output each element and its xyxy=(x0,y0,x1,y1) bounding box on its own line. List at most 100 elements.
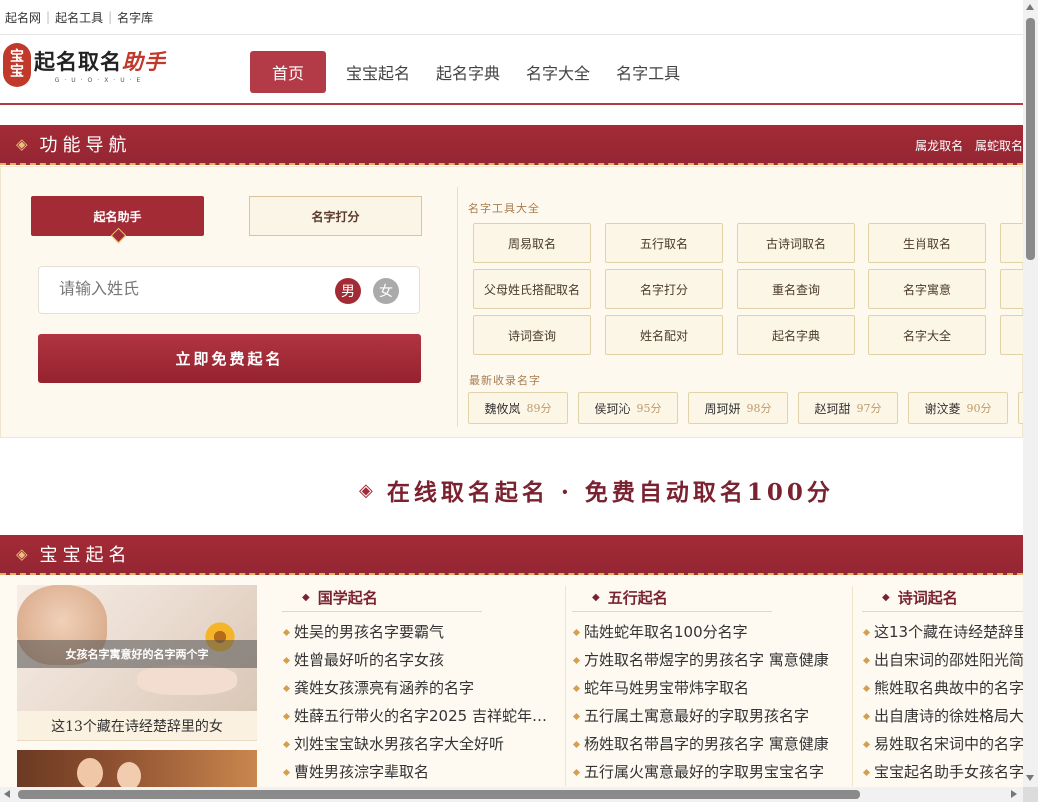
column-header[interactable]: ◆ 五行起名 xyxy=(572,584,772,612)
child-photo-figure xyxy=(77,758,103,787)
baby-naming-title: 宝宝起名 xyxy=(39,545,132,566)
list-item[interactable]: 易姓取名宋词中的名字 xyxy=(862,730,1023,758)
article-caption[interactable]: 这13个藏在诗经楚辞里的女 xyxy=(17,711,257,741)
tool-name-collection[interactable]: 名字大全 xyxy=(868,315,986,355)
list-item[interactable]: 龚姓女孩漂亮有涵养的名字 xyxy=(282,674,560,702)
recent-name-chip[interactable]: 赵珂甜 97分 xyxy=(798,392,898,424)
article-thumbnail[interactable]: 女孩名字寓意好的名字两个字 xyxy=(17,585,257,711)
list-item[interactable]: 方姓取名带煜字的男孩名字 寓意健康 xyxy=(572,646,844,674)
list-item[interactable]: 陆姓蛇年取名100分名字 xyxy=(572,618,844,646)
horizontal-scroll-thumb[interactable] xyxy=(18,790,860,799)
gender-male-button[interactable]: 男 xyxy=(335,278,361,304)
gender-female-button[interactable]: 女 xyxy=(373,278,399,304)
list-item[interactable]: 曹姓男孩淙字辈取名 xyxy=(282,758,560,786)
list-item[interactable]: 宝宝起名助手女孩名字 xyxy=(862,758,1023,786)
nav-name-tools[interactable]: 名字工具 xyxy=(616,60,680,84)
zodiac-link-snake[interactable]: 属蛇取名 xyxy=(975,139,1023,153)
tab-name-scoring[interactable]: 名字打分 xyxy=(249,196,422,236)
top-link-qiming[interactable]: 起名网 xyxy=(5,9,41,26)
recent-name-chip[interactable]: 侯珂沁 95分 xyxy=(578,392,678,424)
vertical-scroll-thumb[interactable] xyxy=(1026,18,1035,260)
logo-title-accent: 助手 xyxy=(122,49,166,74)
func-nav-banner: ◈ 功能导航 属龙取名 属蛇取名 xyxy=(0,125,1023,165)
divider xyxy=(852,586,853,786)
diamond-icon: ◈ xyxy=(16,135,28,153)
column-wuxing: ◆ 五行起名 陆姓蛇年取名100分名字 方姓取名带煜字的男孩名字 寓意健康 蛇年… xyxy=(572,584,844,786)
tool-naming-dictionary[interactable]: 起名字典 xyxy=(737,315,855,355)
function-panel: 起名助手 名字打分 男 女 立即免费起名 名字工具大全 周易取名 五行取名 古诗… xyxy=(0,166,1023,438)
nav-baby-naming[interactable]: 宝宝起名 xyxy=(346,60,410,84)
recent-names-label: 最新收录名字 xyxy=(469,374,541,387)
tool-name-scoring[interactable]: 名字打分 xyxy=(605,269,723,309)
scroll-up-arrow-icon[interactable] xyxy=(1026,4,1034,10)
list-item[interactable]: 刘姓宝宝缺水男孩名字大全好听 xyxy=(282,730,560,758)
nav-naming-dictionary[interactable]: 起名字典 xyxy=(436,60,500,84)
recent-name: 魏攸岚 xyxy=(484,401,521,416)
scroll-down-arrow-icon[interactable] xyxy=(1026,775,1034,781)
tool-name-meaning[interactable]: 名字寓意 xyxy=(868,269,986,309)
recent-name-chip[interactable]: 谢汶菱 90分 xyxy=(908,392,1008,424)
main-nav: 首页 宝宝起名 起名字典 名字大全 名字工具 xyxy=(250,51,706,93)
tool-duplicate-name-lookup[interactable]: 重名查询 xyxy=(737,269,855,309)
recent-name-chip[interactable]: 周珂妍 98分 xyxy=(688,392,788,424)
nav-home[interactable]: 首页 xyxy=(250,51,327,93)
func-nav-title: 功能导航 xyxy=(39,135,132,156)
list-item[interactable]: 姓曾最好听的名字女孩 xyxy=(282,646,560,674)
column-header[interactable]: ◆ 国学起名 xyxy=(282,584,482,612)
list-item[interactable]: 姓吴的男孩名字要霸气 xyxy=(282,618,560,646)
list-item[interactable]: 姓薛五行带火的名字2025 吉祥蛇年男孩名字 xyxy=(282,702,560,730)
list-item[interactable]: 杨姓取名带昌字的男孩名字 寓意健康 xyxy=(572,730,844,758)
list-item[interactable]: 出自唐诗的徐姓格局大气的男孩名字 xyxy=(862,702,1023,730)
column-title: 国学起名 xyxy=(317,589,378,607)
free-naming-button[interactable]: 立即免费起名 xyxy=(38,334,421,383)
list-item[interactable]: 这13个藏在诗经楚辞里的女孩名字 xyxy=(862,618,1023,646)
vertical-scrollbar[interactable] xyxy=(1023,0,1038,787)
site-slogan: ◈ 在线取名起名 · 免费自动取名100分 xyxy=(0,470,1023,510)
recent-name: 谢汶菱 xyxy=(924,401,961,416)
logo-subtitle: G·U·O·X·U·E xyxy=(54,77,146,84)
diamond-icon: ◆ xyxy=(882,592,890,603)
article-thumbnail-2[interactable] xyxy=(17,750,257,787)
tool-more[interactable] xyxy=(1000,315,1023,355)
column-poetry: ◆ 诗词起名 这13个藏在诗经楚辞里的女孩名字 出自宋词的邵姓阳光简约男孩名字 … xyxy=(862,584,1023,786)
top-link-name-library[interactable]: 名字库 xyxy=(117,9,153,26)
recent-name-score: 90分 xyxy=(966,402,992,415)
tool-parents-surname-naming[interactable]: 父母姓氏搭配取名 xyxy=(473,269,591,309)
article-list: 姓吴的男孩名字要霸气 姓曾最好听的名字女孩 龚姓女孩漂亮有涵养的名字 姓薛五行带… xyxy=(282,618,560,786)
baby-naming-section: 女孩名字寓意好的名字两个字 这13个藏在诗经楚辞里的女 ◆ 国学起名 姓吴的男孩… xyxy=(0,576,1023,787)
site-logo[interactable]: 宝 宝 起名取名助手 G·U·O·X·U·E xyxy=(3,43,166,87)
horizontal-scrollbar[interactable] xyxy=(0,787,1023,802)
tool-wuxing-naming[interactable]: 五行取名 xyxy=(605,223,723,263)
tool-name-matching[interactable]: 姓名配对 xyxy=(605,315,723,355)
list-item[interactable]: 五行属火寓意最好的字取男宝宝名字 xyxy=(572,758,844,786)
list-item[interactable]: 五行属土寓意最好的字取男孩名字 xyxy=(572,702,844,730)
tool-poetry-lookup[interactable]: 诗词查询 xyxy=(473,315,591,355)
scroll-right-arrow-icon[interactable] xyxy=(1011,790,1017,798)
logo-seal-char: 宝 xyxy=(10,49,24,65)
list-item[interactable]: 蛇年马姓男宝带炜字取名 xyxy=(572,674,844,702)
diamond-icon: ◈ xyxy=(16,545,28,563)
tool-more[interactable] xyxy=(1000,223,1023,263)
zodiac-link-dragon[interactable]: 属龙取名 xyxy=(915,139,963,153)
tool-more[interactable] xyxy=(1000,269,1023,309)
scroll-left-arrow-icon[interactable] xyxy=(4,790,10,798)
tool-poetry-naming[interactable]: 古诗词取名 xyxy=(737,223,855,263)
recent-name-chip[interactable]: 魏攸岚 89分 xyxy=(468,392,568,424)
nav-name-collection[interactable]: 名字大全 xyxy=(526,60,590,84)
list-item[interactable]: 熊姓取名典故中的名字 xyxy=(862,674,1023,702)
column-header[interactable]: ◆ 诗词起名 xyxy=(862,584,1023,612)
recent-name-score: 98分 xyxy=(746,402,772,415)
logo-seal-char: 宝 xyxy=(10,64,24,80)
recent-name: 赵珂甜 xyxy=(814,401,851,416)
top-link-tools[interactable]: 起名工具 xyxy=(55,9,103,26)
tab-naming-assistant[interactable]: 起名助手 xyxy=(31,196,204,236)
tool-zodiac-naming[interactable]: 生肖取名 xyxy=(868,223,986,263)
recent-name: 周珂妍 xyxy=(704,401,741,416)
tool-zhouyi-naming[interactable]: 周易取名 xyxy=(473,223,591,263)
article-list: 这13个藏在诗经楚辞里的女孩名字 出自宋词的邵姓阳光简约男孩名字 熊姓取名典故中… xyxy=(862,618,1023,786)
article-list: 陆姓蛇年取名100分名字 方姓取名带煜字的男孩名字 寓意健康 蛇年马姓男宝带炜字… xyxy=(572,618,844,786)
logo-text: 起名取名助手 G·U·O·X·U·E xyxy=(34,46,166,84)
surname-input[interactable] xyxy=(59,279,319,298)
divider xyxy=(457,187,458,427)
list-item[interactable]: 出自宋词的邵姓阳光简约男孩名字 xyxy=(862,646,1023,674)
